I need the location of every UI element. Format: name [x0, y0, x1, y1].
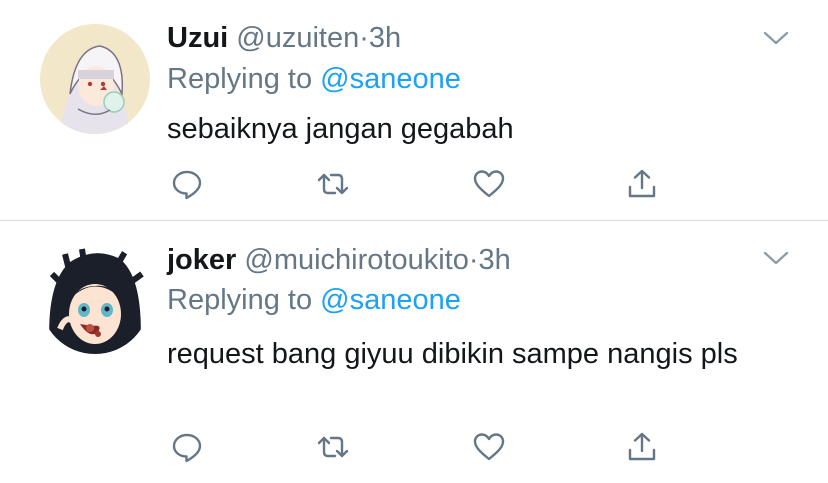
replying-prefix: Replying to: [167, 63, 313, 95]
retweet-button[interactable]: [313, 427, 353, 467]
avatar[interactable]: [40, 24, 150, 134]
user-handle[interactable]: @uzuiten: [236, 22, 359, 54]
tweet[interactable]: joker @muichirotoukito·3h Replying to @s…: [0, 221, 828, 483]
tweet-header: Uzui @uzuiten·3h: [167, 20, 401, 56]
chevron-down-icon[interactable]: [762, 28, 790, 48]
share-button[interactable]: [622, 164, 662, 204]
avatar-image: [40, 24, 150, 134]
share-icon: [628, 432, 656, 461]
replying-to: Replying to @saneone: [167, 61, 461, 97]
avatar[interactable]: [40, 244, 150, 354]
avatar-image: [40, 244, 150, 354]
share-button[interactable]: [622, 427, 662, 467]
like-button[interactable]: [469, 164, 509, 204]
retweet-button[interactable]: [313, 164, 353, 204]
reply-button[interactable]: [167, 164, 207, 204]
replying-prefix: Replying to: [167, 284, 313, 316]
tweet-header: joker @muichirotoukito·3h: [167, 242, 511, 278]
comment-icon: [172, 170, 202, 200]
heart-icon: [473, 170, 505, 198]
chevron-down-icon[interactable]: [762, 248, 790, 268]
display-name[interactable]: Uzui: [167, 22, 228, 54]
retweet-icon: [317, 173, 349, 195]
tweet-text: sebaiknya jangan gegabah: [167, 113, 514, 145]
tweet-actions: [167, 427, 687, 467]
timestamp[interactable]: 3h: [369, 22, 401, 54]
mention-link[interactable]: @saneone: [320, 63, 461, 95]
display-name[interactable]: joker: [167, 244, 236, 276]
share-icon: [628, 169, 656, 198]
replying-to: Replying to @saneone: [167, 282, 461, 318]
comment-icon: [172, 433, 202, 463]
user-handle[interactable]: @muichirotoukito: [244, 244, 468, 276]
separator: ·: [468, 244, 479, 276]
separator: ·: [359, 22, 369, 54]
retweet-icon: [317, 436, 349, 458]
tweet-text: request bang giyuu dibikin sampe nangis …: [167, 338, 738, 370]
heart-icon: [473, 433, 505, 461]
tweet[interactable]: Uzui @uzuiten·3h Replying to @saneone se…: [0, 0, 828, 220]
reply-button[interactable]: [167, 427, 207, 467]
like-button[interactable]: [469, 427, 509, 467]
tweet-actions: [167, 164, 687, 204]
timestamp[interactable]: 3h: [479, 244, 511, 276]
mention-link[interactable]: @saneone: [320, 284, 461, 316]
